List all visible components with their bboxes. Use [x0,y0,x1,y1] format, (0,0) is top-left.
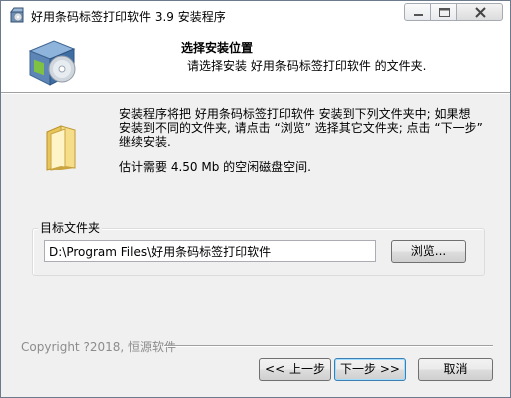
destination-path-input[interactable] [44,240,376,262]
description-line-1: 安装程序将把 好用条码标签打印软件 安装到下列文件夹中; 如果想 [119,107,471,121]
browse-button[interactable]: 浏览... [391,240,466,263]
page-title: 选择安装位置 [181,41,254,55]
description-line-2: 安装到不同的文件夹, 请点击 “浏览” 选择其它文件夹; 点击 “下一步” [119,121,483,135]
next-button[interactable]: 下一步 >> [334,358,406,381]
close-button[interactable] [456,3,503,21]
description-line-3: 继续安装. [119,135,171,149]
window-title: 好用条码标签打印软件 3.9 安装程序 [31,10,226,24]
back-button[interactable]: << 上一步 [259,358,331,381]
cancel-button[interactable]: 取消 [418,358,493,381]
wizard-header: 选择安装位置 请选择安装 好用条码标签打印软件 的文件夹. [1,30,510,93]
page-subtitle: 请选择安装 好用条码标签打印软件 的文件夹. [187,59,427,73]
install-box-cd-icon [24,33,80,89]
minimize-icon [414,14,423,16]
maximize-button[interactable] [430,3,457,21]
space-required-text: 估计需要 4.50 Mb 的空闲磁盘空间. [119,160,311,174]
footer-divider [164,345,493,347]
close-icon [475,7,486,18]
installer-window: 好用条码标签打印软件 3.9 安装程序 选择安装位置 请选择安装 好用条码标签打… [0,0,511,398]
destination-folder-label: 目标文件夹 [38,219,103,236]
installer-icon [8,6,26,24]
maximize-icon [439,8,450,17]
title-bar[interactable]: 好用条码标签打印软件 3.9 安装程序 [1,1,510,30]
folder-icon [41,120,85,172]
minimize-button[interactable] [404,3,431,21]
copyright-text: Copyright ?2018, 恒源软件 [21,340,176,354]
